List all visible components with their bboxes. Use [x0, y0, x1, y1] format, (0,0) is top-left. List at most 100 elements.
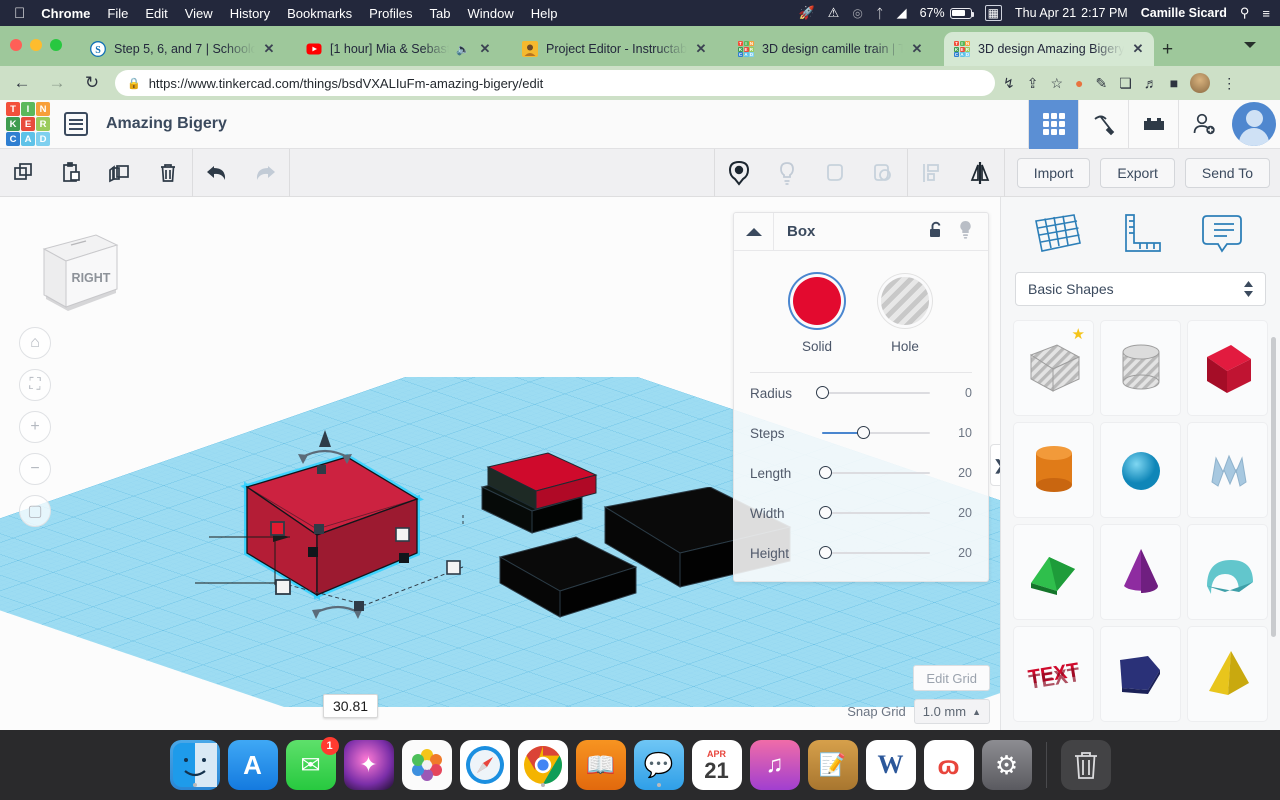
undo-icon[interactable]	[193, 149, 241, 197]
install-icon[interactable]: ↯	[1003, 75, 1015, 92]
project-list-icon[interactable]	[64, 112, 88, 136]
mirror-icon[interactable]	[956, 149, 1004, 197]
shape-tile-box[interactable]	[1187, 320, 1268, 416]
edit-grid-button[interactable]: Edit Grid	[913, 665, 990, 691]
shape-tile-pyramid[interactable]	[1187, 626, 1268, 722]
view-cube[interactable]: RIGHT	[24, 227, 119, 322]
browser-tab-2[interactable]: [1 hour] Mia & Sebastian 🔈 ✕	[296, 32, 501, 66]
dock-item-tinkercad[interactable]: ɷ	[923, 740, 974, 790]
reload-icon[interactable]: ↻	[79, 70, 105, 96]
control-center-icon[interactable]: ≡	[1262, 6, 1270, 21]
extension-pill-icon[interactable]: ●	[1075, 75, 1083, 91]
shape-tile-text[interactable]: TEXT TEXT	[1013, 626, 1094, 722]
property-value[interactable]: 20	[936, 466, 972, 480]
clock-time-label[interactable]: 2:17 PM	[1081, 6, 1128, 20]
dock-item-chrome[interactable]	[517, 740, 568, 790]
property-value[interactable]: 10	[936, 426, 972, 440]
pencil-extension-icon[interactable]: ✎	[1096, 75, 1108, 92]
ruler-light-icon[interactable]	[763, 149, 811, 197]
dock-item-photos[interactable]	[401, 740, 452, 790]
minimize-window-button[interactable]	[30, 39, 42, 51]
browser-tab-3[interactable]: Project Editor - Instructable ✕	[512, 32, 717, 66]
copy-icon[interactable]	[0, 149, 48, 197]
battery-status[interactable]: 67%	[920, 6, 975, 20]
rocket-status-icon[interactable]: 🚀	[798, 5, 814, 21]
browser-tab-1[interactable]: S Step 5, 6, and 7 | Schoology ✕	[80, 32, 285, 66]
maximize-window-button[interactable]	[50, 39, 62, 51]
menu-item-help[interactable]: Help	[531, 6, 558, 21]
import-button[interactable]: Import	[1016, 157, 1091, 188]
length-slider[interactable]	[818, 466, 930, 480]
chrome-menu-icon[interactable]: ⋮	[1222, 75, 1236, 92]
media-list-icon[interactable]: ♬	[1144, 75, 1158, 91]
dock-item-settings[interactable]: ⚙	[981, 740, 1032, 790]
paste-icon[interactable]	[48, 149, 96, 197]
browser-tab-4[interactable]: TIN KER CAD 3D design camille train | Ti…	[728, 32, 933, 66]
zoom-in-icon[interactable]: +	[19, 411, 51, 443]
close-tab-button[interactable]: ✕	[261, 41, 277, 57]
puzzle-extension-icon[interactable]: ❏	[1119, 75, 1132, 92]
notification-status-icon[interactable]: ⚠	[828, 5, 840, 21]
shape-panel-scrollbar[interactable]	[1271, 337, 1276, 637]
menu-item-chrome[interactable]: Chrome	[41, 6, 90, 21]
back-icon[interactable]: ←	[9, 70, 35, 96]
window-controls[interactable]	[10, 39, 62, 51]
ruler-tab-icon[interactable]	[1114, 211, 1166, 262]
steps-slider[interactable]	[822, 426, 930, 440]
design-grid-icon[interactable]	[1028, 99, 1078, 149]
clock-date-label[interactable]: Thu Apr 21	[1015, 6, 1076, 20]
duplicate-icon[interactable]	[96, 149, 144, 197]
ortho-perspective-icon[interactable]: ▢	[19, 495, 51, 527]
tab-audio-icon[interactable]: 🔈	[455, 43, 471, 56]
dock-item-word[interactable]: W	[865, 740, 916, 790]
ungroup-icon[interactable]	[859, 149, 907, 197]
workplane-icon[interactable]	[715, 149, 763, 197]
new-tab-button[interactable]: +	[1162, 40, 1173, 59]
bookmark-star-icon[interactable]: ☆	[1050, 75, 1063, 92]
blocks-icon[interactable]	[1128, 99, 1178, 149]
bluetooth-status-icon[interactable]: ᛏ	[876, 6, 884, 21]
dock-item-messages[interactable]: ✉ 1	[285, 737, 339, 790]
shape-tile-half-cylinder[interactable]	[1187, 524, 1268, 620]
shape-selected-red-box[interactable]	[195, 425, 495, 625]
unlock-icon[interactable]	[928, 220, 945, 244]
account-avatar[interactable]	[1228, 100, 1280, 149]
airplay-status-icon[interactable]: ◎	[852, 6, 862, 20]
menu-item-tab[interactable]: Tab	[430, 6, 451, 21]
dimension-label-length[interactable]: 30.81	[323, 694, 379, 718]
tab-search-chevron-down-icon[interactable]	[1244, 42, 1256, 48]
share-icon[interactable]: ⇪	[1027, 75, 1039, 92]
shape-tile-cylinder[interactable]	[1013, 422, 1094, 518]
fit-to-view-icon[interactable]: ⛶	[19, 369, 51, 401]
hole-swatch-button[interactable]: Hole	[881, 277, 929, 354]
square-extension-icon[interactable]: ■	[1170, 75, 1178, 91]
dock-item-ibooks[interactable]: 📖	[575, 740, 626, 790]
property-value[interactable]: 20	[936, 506, 972, 520]
close-window-button[interactable]	[10, 39, 22, 51]
shape-tile-box-hole[interactable]: ★	[1013, 320, 1094, 416]
shape-tile-polygon[interactable]	[1100, 626, 1181, 722]
export-button[interactable]: Export	[1100, 157, 1175, 188]
apple-menu-icon[interactable]: 	[14, 6, 25, 21]
address-bar[interactable]: 🔒 https://www.tinkercad.com/things/bsdVX…	[115, 70, 995, 96]
width-slider[interactable]	[818, 506, 930, 520]
close-tab-button[interactable]: ✕	[1130, 41, 1146, 57]
menu-item-history[interactable]: History	[230, 6, 270, 21]
menu-item-view[interactable]: View	[185, 6, 213, 21]
property-value[interactable]: 0	[936, 386, 972, 400]
codeblocks-pickaxe-icon[interactable]	[1078, 99, 1128, 149]
dock-item-safari[interactable]	[459, 740, 510, 790]
account-name-label[interactable]: Camille Sicard	[1141, 6, 1227, 20]
close-tab-button[interactable]: ✕	[909, 41, 925, 57]
group-icon[interactable]	[811, 149, 859, 197]
dock-item-app-store[interactable]: A	[227, 740, 278, 790]
menu-item-edit[interactable]: Edit	[145, 6, 167, 21]
spotlight-search-icon[interactable]: ⚲	[1240, 5, 1250, 21]
menu-item-bookmarks[interactable]: Bookmarks	[287, 6, 352, 21]
menu-item-profiles[interactable]: Profiles	[369, 6, 412, 21]
menu-item-window[interactable]: Window	[468, 6, 514, 21]
shape-tile-scribble[interactable]	[1187, 422, 1268, 518]
collapse-inspector-button[interactable]	[734, 212, 774, 251]
snap-grid-select[interactable]: 1.0 mm ▲	[913, 699, 990, 724]
property-value[interactable]: 20	[936, 546, 972, 560]
